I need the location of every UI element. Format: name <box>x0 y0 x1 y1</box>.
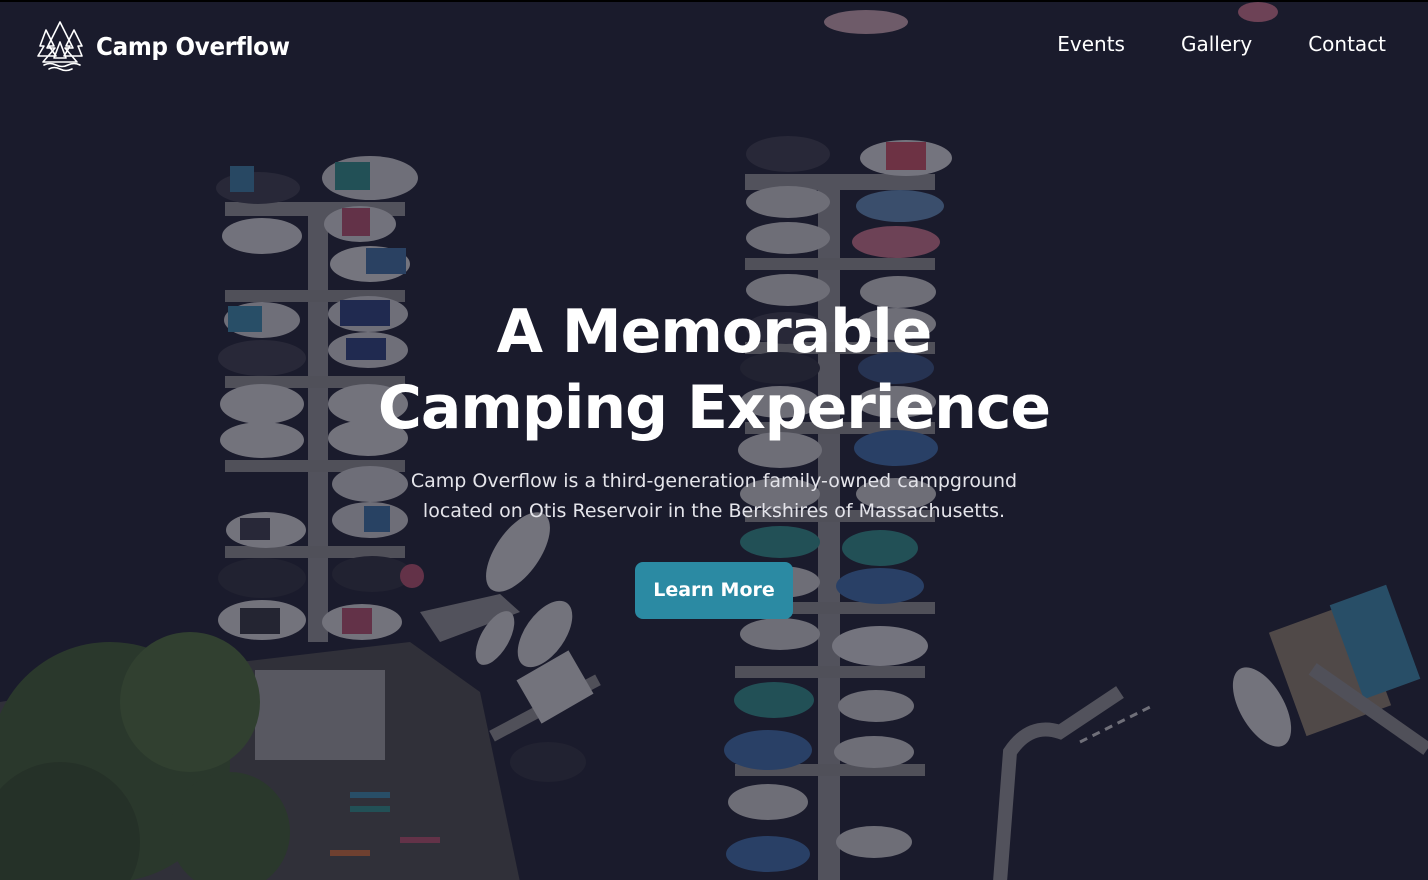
brand-name: Camp Overflow <box>96 31 290 61</box>
hero-headline-line1: A Memorable <box>496 297 933 367</box>
hero-tagline-line1: Camp Overflow is a third-generation fami… <box>410 470 1018 492</box>
learn-more-button[interactable]: Learn More <box>635 562 793 619</box>
hero-tagline-line2: located on Otis Reservoir in the Berkshi… <box>422 500 1006 522</box>
main-navigation: Events Gallery Contact <box>1057 32 1386 56</box>
brand-home-link[interactable]: Camp Overflow <box>36 18 307 74</box>
hero-headline-line2: Camping Experience <box>377 373 1051 443</box>
nav-link-contact[interactable]: Contact <box>1308 32 1386 56</box>
hero-section: Camp Overflow Events Gallery Contact A M… <box>0 0 1428 880</box>
hero-content: A Memorable Camping Experience Camp Over… <box>0 294 1428 619</box>
hero-headline: A Memorable Camping Experience <box>0 294 1428 446</box>
hero-tagline: Camp Overflow is a third-generation fami… <box>364 466 1064 526</box>
nav-link-events[interactable]: Events <box>1057 32 1125 56</box>
site-header: Camp Overflow Events Gallery Contact <box>0 2 1428 92</box>
nav-link-gallery[interactable]: Gallery <box>1181 32 1252 56</box>
pine-trees-water-icon <box>37 21 83 72</box>
